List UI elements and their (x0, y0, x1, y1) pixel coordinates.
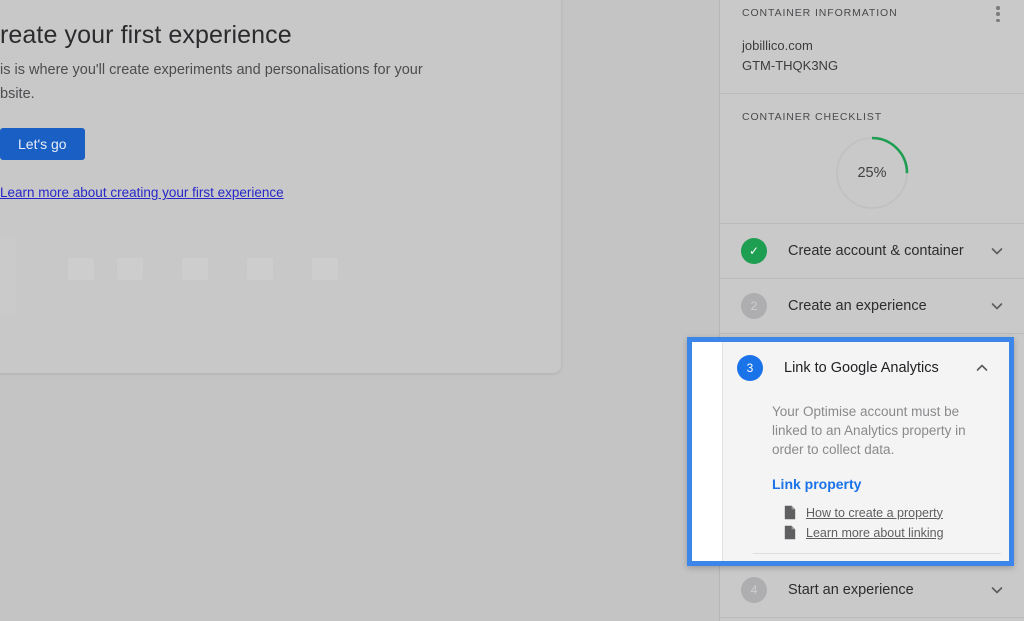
container-information-section: CONTAINER INFORMATION jobillico.com GTM-… (720, 0, 1024, 93)
checklist-item-label: Create an experience (788, 298, 927, 314)
container-checklist-label: CONTAINER CHECKLIST (742, 111, 883, 123)
learn-more-link[interactable]: Learn more about creating your first exp… (0, 185, 284, 200)
placeholder-block (247, 258, 273, 280)
screen-root: reate your first experience is is where … (0, 0, 1024, 621)
chevron-down-icon[interactable] (987, 241, 1007, 261)
checklist-item-label: Start an experience (788, 582, 914, 598)
documentation-links: How to create a property Learn more abou… (772, 505, 985, 540)
checklist-divider (720, 617, 1024, 618)
lets-go-button[interactable]: Let's go (0, 128, 85, 160)
checklist-item-start-experience[interactable]: 4 Start an experience (720, 563, 1024, 617)
placeholder-strip (0, 236, 16, 316)
main-content-area: reate your first experience is is where … (0, 0, 719, 621)
placeholder-row (0, 236, 560, 316)
document-icon (784, 505, 796, 520)
placeholder-block (117, 258, 143, 280)
highlighted-step-title: Link to Google Analytics (784, 360, 939, 376)
checklist-item-label: Create account & container (788, 243, 964, 259)
chevron-up-icon[interactable] (972, 358, 992, 378)
card-left-strip (692, 342, 722, 561)
progress-percent-label: 25% (857, 165, 887, 181)
highlighted-step-card: 3 Link to Google Analytics Your Optimise… (687, 337, 1014, 566)
checklist-item-create-experience[interactable]: 2 Create an experience (720, 279, 1024, 333)
page-subtitle: is is where you'll create experiments an… (0, 62, 423, 102)
doc-link-label: How to create a property (806, 505, 943, 520)
page-title: reate your first experience (0, 21, 292, 49)
container-domain: jobillico.com (742, 38, 813, 53)
doc-link-learn-more-about-linking[interactable]: Learn more about linking (784, 525, 985, 540)
link-property-button[interactable]: Link property (772, 476, 861, 492)
highlighted-step-header[interactable]: 3 Link to Google Analytics (723, 342, 1009, 394)
document-icon (784, 525, 796, 540)
card-bottom-rule (753, 553, 1001, 554)
placeholder-block (312, 258, 338, 280)
step-badge-3: 3 (737, 355, 763, 381)
doc-link-how-to-create-a-property[interactable]: How to create a property (784, 505, 985, 520)
chevron-down-icon[interactable] (987, 580, 1007, 600)
container-id: GTM-THQK3NG (742, 58, 839, 73)
placeholder-block (68, 258, 94, 280)
checklist-item-create-account[interactable]: ✓ Create account & container (720, 224, 1024, 278)
chevron-down-icon[interactable] (987, 296, 1007, 316)
highlighted-step-description: Your Optimise account must be linked to … (772, 404, 966, 457)
welcome-card: reate your first experience is is where … (0, 0, 561, 373)
kebab-menu-icon[interactable] (989, 4, 1007, 24)
container-checklist-section: CONTAINER CHECKLIST (720, 94, 1024, 123)
step-badge-4: 4 (741, 577, 767, 603)
step-badge-complete-icon: ✓ (741, 238, 767, 264)
highlighted-step-inner: 3 Link to Google Analytics Your Optimise… (722, 342, 1009, 561)
doc-link-label: Learn more about linking (806, 525, 944, 540)
progress-ring: 25% (835, 136, 909, 210)
highlighted-step-body: Your Optimise account must be linked to … (723, 394, 1009, 540)
progress-ring-wrapper: 25% (720, 123, 1024, 223)
placeholder-block (182, 258, 208, 280)
step-badge-2: 2 (741, 293, 767, 319)
container-information-label: CONTAINER INFORMATION (742, 7, 898, 19)
